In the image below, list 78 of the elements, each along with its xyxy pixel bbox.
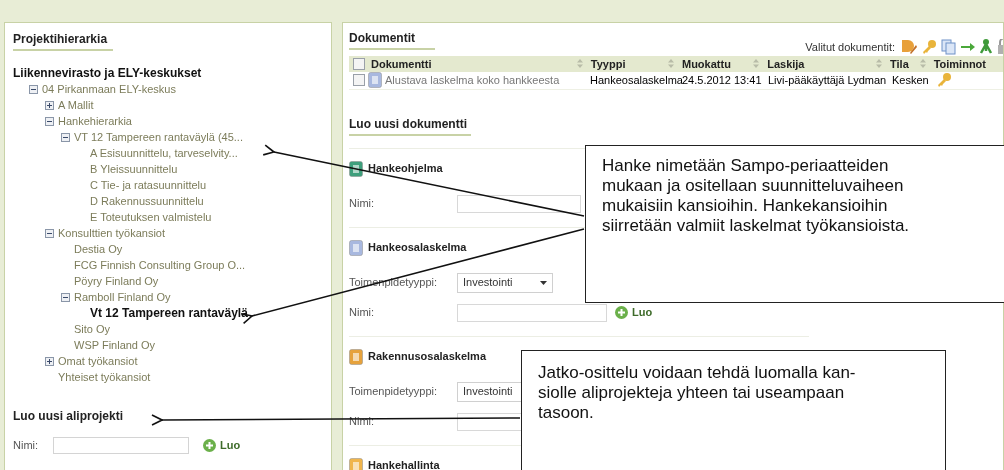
collapse-icon[interactable] [29,84,38,94]
tree-item[interactable]: VT 12 Tampereen rantaväylä (45... [74,128,243,146]
arrow-icon[interactable] [961,41,975,54]
tree-item[interactable]: WSP Finland Oy [74,336,156,354]
sort-icon[interactable] [919,59,926,69]
section-title: Luo uusi aliprojekti [13,408,123,425]
document-type-title: Hankeosalaskelma [368,240,467,256]
collapse-icon[interactable] [61,292,70,302]
name-field[interactable] [53,437,189,454]
table-cell-text: Hankeosalaskelma [590,73,682,88]
caret-icon [540,280,547,285]
collapse-icon[interactable] [61,132,70,142]
tree-item[interactable]: D Rakennussuunnittelu [90,192,204,210]
create-button[interactable]: Luo [615,304,653,321]
sort-icon[interactable] [576,59,583,69]
section-title: Luo uusi dokumentti [349,114,471,136]
tree-item[interactable]: 04 Pirkanmaan ELY-keskus [42,80,176,98]
column-header[interactable]: Tyyppi [590,55,626,72]
sort-icon[interactable] [876,59,882,69]
collapse-icon[interactable] [45,228,54,238]
callout-tooltip: Jatko-osittelu voidaan tehdä luomalla kan- siolle aliprojekteja yhteen tai useampaan tasoon. [521,350,946,470]
field-label: Toimenpidetyyppi: [349,384,439,400]
tree-item[interactable]: Destia Oy [74,240,123,258]
tree-item[interactable]: Hankehierarkia [58,112,132,130]
callout-tooltip: Hanke nimetään Sampo-periaatteiden mukaan ja ositellaan suunnitteluvaiheen mukaisiin kansioihin. Hankekansioihin siirretään valmiit laskelmat työkansioista. [585,145,1004,303]
field-label: Nimi: [13,438,40,454]
expand-icon[interactable] [45,100,54,110]
key-icon[interactable] [921,39,937,56]
column-header[interactable]: Toiminnot [933,55,986,72]
document-type-icon [349,239,363,256]
edit-document-icon[interactable] [901,39,917,56]
document-type-title: Hankehallinta [368,458,440,470]
name-field[interactable] [457,194,581,213]
column-header[interactable]: Tila [890,55,909,72]
tree-item[interactable]: Sito Oy [74,320,111,338]
collapse-icon[interactable] [45,116,54,126]
tree-item[interactable]: FCG Finnish Consulting Group O... [74,256,246,274]
document-type-title: Hankeohjelma [368,161,443,177]
table-cell-text: Kesken [892,73,930,88]
expand-icon[interactable] [45,356,54,366]
tree-item[interactable]: A Esisuunnittelu, tarveselvity... [90,144,238,162]
key-icon[interactable] [936,72,952,89]
create-button[interactable]: Luo [203,437,241,454]
tree-item[interactable]: C Tie- ja ratasuunnittelu [90,176,207,194]
tree-item[interactable]: E Toteutuksen valmistelu [90,208,212,226]
checkbox[interactable] [353,57,365,70]
add-icon [615,306,628,319]
type-select[interactable]: Investointi [457,272,553,293]
actions-label: Valitut dokumentit: [805,40,895,55]
panel-title: Dokumentit [349,29,435,50]
tree-item[interactable]: A Mallit [58,96,94,114]
document-link[interactable]: Alustava laskelma koko hankkeesta [385,72,560,89]
document-type-icon [349,348,363,365]
tree-item[interactable]: Pöyry Finland Oy [74,272,159,290]
tree-item[interactable]: Omat työkansiot [58,352,138,370]
tree-item[interactable]: Vt 12 Tampereen rantaväylä [90,304,248,322]
table-cell-text: Livi-pääkäyttäjä Lydman [768,73,888,88]
tree-item[interactable]: Konsulttien työkansiot [58,224,165,242]
sort-icon[interactable] [753,59,760,69]
name-field[interactable] [457,303,607,322]
column-header[interactable]: Dokumentti [371,55,432,72]
copy-icon[interactable] [941,39,957,56]
tree-root[interactable]: Liikennevirasto ja ELY-keskukset [13,64,202,82]
checkbox[interactable] [353,74,365,87]
column-header[interactable]: Laskija [767,55,805,72]
tree-item[interactable]: Yhteiset työkansiot [58,368,151,386]
sort-icon[interactable] [667,59,674,69]
tree-item[interactable]: B Yleissuunnittelu [90,160,178,178]
field-label: Nimi: [349,196,376,212]
document-type-title: Rakennusosalaskelma [368,349,486,365]
column-header[interactable]: Muokattu [681,55,731,72]
field-label: Nimi: [349,305,376,321]
tree-item[interactable]: Ramboll Finland Oy [74,288,171,306]
document-icon [368,72,382,89]
panel-title: Projektihierarkia [13,30,114,51]
add-icon [203,439,216,452]
table-cell-text: 24.5.2012 13:41 [682,73,763,88]
hierarchy-icon[interactable] [979,39,993,56]
